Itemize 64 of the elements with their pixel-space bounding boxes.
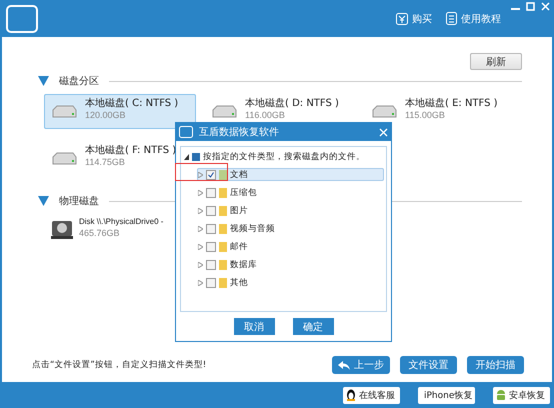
checkbox[interactable] bbox=[206, 224, 216, 234]
close-icon[interactable] bbox=[379, 128, 388, 136]
logo-icon bbox=[6, 4, 38, 32]
drive-size: 120.00GB bbox=[85, 110, 127, 120]
drive-size: 116.00GB bbox=[245, 110, 286, 120]
section-title: 磁盘分区 bbox=[59, 75, 99, 88]
hard-drive-icon bbox=[51, 152, 77, 166]
hint-text: 点击“文件设置”按钮，自定义扫描文件类型! bbox=[32, 359, 206, 371]
drive-name: 本地磁盘( D: NTFS ) bbox=[245, 98, 339, 109]
action-button[interactable]: 开始扫描 bbox=[467, 356, 524, 374]
tree-item[interactable]: 视频与音频 bbox=[197, 222, 384, 235]
dialog-title: 互盾数据恢复软件 bbox=[199, 126, 279, 139]
link-label: 购买 bbox=[412, 12, 432, 26]
highlight-frame bbox=[175, 163, 228, 181]
checkbox[interactable] bbox=[206, 206, 216, 216]
drive-name: 本地磁盘( C: NTFS ) bbox=[85, 98, 178, 109]
hard-drive-icon bbox=[371, 105, 397, 119]
checkbox[interactable] bbox=[206, 188, 216, 198]
partial-check-icon[interactable] bbox=[192, 152, 200, 160]
tree-item[interactable]: 图片 bbox=[197, 204, 384, 217]
link-label: 使用教程 bbox=[461, 12, 501, 26]
hard-drive-icon bbox=[51, 105, 77, 119]
checkbox[interactable] bbox=[206, 170, 216, 180]
tree-item[interactable]: 邮件 bbox=[197, 240, 384, 253]
drive-size: 115.00GB bbox=[405, 110, 446, 120]
disk-size: 465.76GB bbox=[79, 228, 121, 238]
disk-drive-icon bbox=[51, 220, 73, 240]
collapse-triangle-icon[interactable] bbox=[38, 196, 49, 206]
tree-item[interactable]: 其他 bbox=[197, 276, 384, 289]
disk-card[interactable]: Disk \\.\PhysicalDrive0 - 465.76GB bbox=[44, 212, 178, 247]
footer-button[interactable]: 在线客服 bbox=[343, 386, 400, 404]
close-icon[interactable] bbox=[541, 2, 550, 11]
disk-name: Disk \\.\PhysicalDrive0 - bbox=[79, 216, 164, 227]
penguin-icon bbox=[346, 389, 356, 401]
action-button[interactable]: 文件设置 bbox=[400, 356, 457, 374]
checkbox[interactable] bbox=[206, 260, 216, 270]
header-link[interactable]: 购买 bbox=[396, 12, 432, 26]
android-icon bbox=[496, 389, 506, 401]
collapse-triangle-icon[interactable] bbox=[38, 76, 49, 86]
tree-item[interactable]: 文档 bbox=[197, 168, 384, 181]
drive-size: 114.75GB bbox=[85, 157, 126, 167]
hard-drive-icon bbox=[211, 105, 237, 119]
yen-icon bbox=[396, 12, 408, 24]
tree-item[interactable]: 压缩包 bbox=[197, 186, 384, 199]
footer-button[interactable]: iPhone恢复 bbox=[418, 386, 475, 404]
checkbox[interactable] bbox=[206, 242, 216, 252]
dialog-button[interactable]: 取消 bbox=[234, 318, 274, 335]
dialog-button[interactable]: 确定 bbox=[292, 318, 334, 335]
tree-item-label: 按指定的文件类型，搜索磁盘内的文件。 bbox=[203, 150, 365, 162]
refresh-button[interactable]: 刷新 bbox=[470, 53, 522, 70]
expander-icon[interactable] bbox=[184, 154, 189, 160]
logo-icon bbox=[179, 126, 193, 138]
header-link[interactable]: 使用教程 bbox=[446, 12, 501, 26]
tree-item[interactable]: 数据库 bbox=[197, 258, 384, 271]
drive-card[interactable]: 本地磁盘( C: NTFS ) 120.00GB bbox=[44, 94, 196, 129]
action-button[interactable]: 上一步 bbox=[332, 356, 390, 374]
maximize-icon[interactable] bbox=[526, 2, 535, 11]
drive-card[interactable]: 本地磁盘( E: NTFS ) 115.00GB bbox=[364, 94, 516, 129]
checkbox[interactable] bbox=[206, 278, 216, 288]
back-arrow-icon bbox=[338, 360, 350, 370]
document-icon bbox=[446, 12, 457, 25]
drive-name: 本地磁盘( E: NTFS ) bbox=[405, 98, 498, 109]
section-title: 物理磁盘 bbox=[59, 195, 99, 208]
footer-button[interactable]: 安卓恢复 bbox=[493, 386, 550, 404]
